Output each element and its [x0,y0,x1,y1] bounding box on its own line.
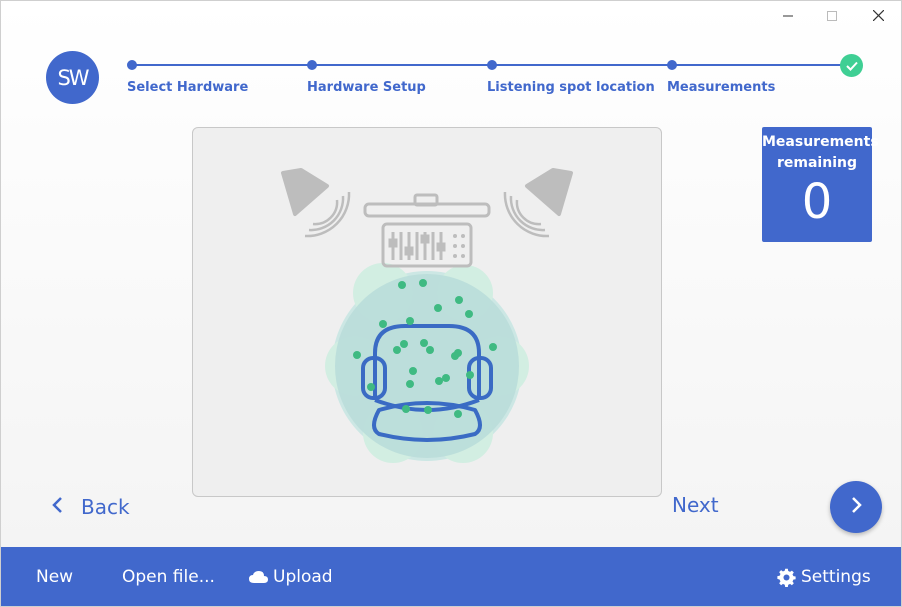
upload-button[interactable]: Upload [249,567,333,587]
step-dot-listening-spot [487,60,497,70]
gear-icon [777,568,796,587]
measurements-remaining-count: 0 [801,174,833,230]
minimize-button[interactable] [765,1,811,29]
chevron-left-icon [51,495,63,519]
step-dot-select-hardware [127,60,137,70]
step-label-hardware-setup[interactable]: Hardware Setup [307,80,426,95]
maximize-button[interactable] [809,1,855,29]
back-button[interactable]: Back [51,491,130,523]
left-speaker-icon [281,168,351,238]
settings-label: Settings [801,567,871,587]
app-window: SW Select Hardware Hardware Setup Listen… [0,0,902,607]
listening-room-illustration [281,168,573,463]
next-button[interactable] [830,481,882,533]
new-button[interactable]: New [36,567,73,587]
app-logo: SW [46,51,99,104]
close-button[interactable] [855,1,901,29]
step-label-listening-spot[interactable]: Listening spot location [487,80,655,95]
back-label: Back [81,495,130,519]
open-file-label: Open file... [122,567,215,587]
new-label: New [36,567,74,587]
cloud-icon [249,570,268,584]
bottom-toolbar: New Open file... Upload Settings [1,547,901,606]
close-icon [872,6,884,25]
step-label-measurements[interactable]: Measurements [667,80,775,95]
mixing-desk-icon [363,193,491,268]
measurements-remaining-card: Measurements remaining 0 [762,127,879,242]
measurements-remaining-label: Measurements remaining [762,134,879,171]
listening-spot-illustration-panel [192,127,662,497]
chevron-right-icon [850,496,862,518]
open-file-button[interactable]: Open file... [122,567,215,587]
right-speaker-icon [503,168,573,238]
settings-button[interactable]: Settings [777,567,871,587]
next-label[interactable]: Next [672,493,719,517]
step-dot-hardware-setup [307,60,317,70]
step-dot-measurements [667,60,677,70]
check-icon [845,56,858,75]
upload-label: Upload [273,567,333,587]
step-completed-badge [840,54,863,77]
minimize-icon [783,6,793,25]
step-label-select-hardware[interactable]: Select Hardware [127,80,248,95]
maximize-icon [827,6,837,25]
